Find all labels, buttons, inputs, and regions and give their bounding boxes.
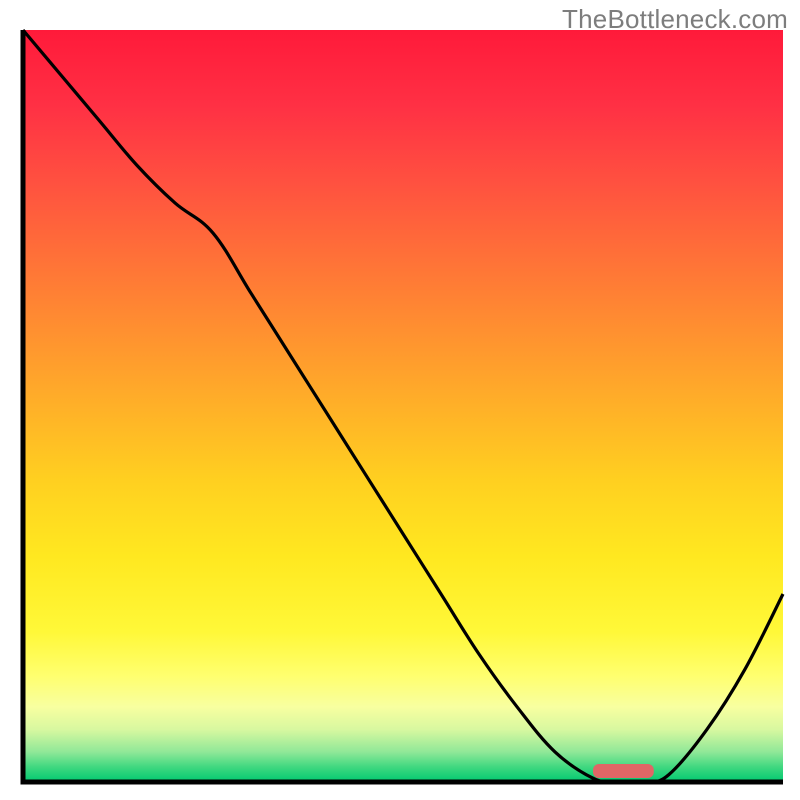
plot-background (23, 30, 783, 782)
watermark-text: TheBottleneck.com (562, 4, 788, 35)
bottleneck-chart (0, 0, 800, 800)
optimal-marker (593, 764, 654, 778)
